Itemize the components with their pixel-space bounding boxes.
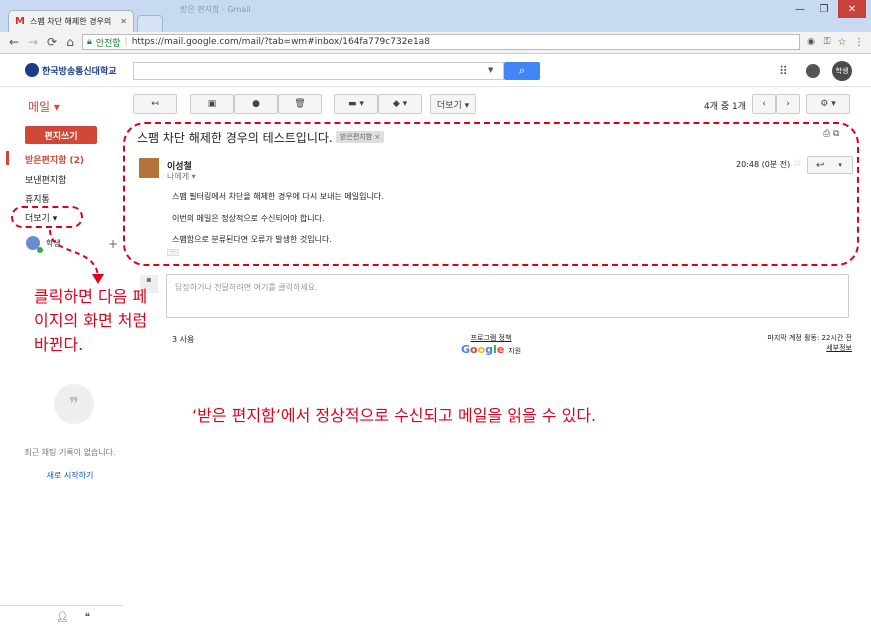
star-icon[interactable]: ☆ [834, 34, 850, 50]
support-link[interactable]: 지원 [508, 347, 521, 355]
labels-button[interactable]: ◆ ▾ [378, 94, 422, 114]
back-to-inbox-button[interactable]: ↤ [133, 94, 177, 114]
mail-switcher[interactable]: 메일 ▾ [28, 98, 60, 115]
archive-icon: ▣ [207, 99, 217, 109]
close-window-icon[interactable]: ✕ [838, 0, 866, 18]
delete-button[interactable]: 🗑︎ [278, 94, 322, 114]
reply-input[interactable]: 답장하거나 전달하려면 여기를 클릭하세요. [166, 274, 849, 318]
compose-button[interactable]: 편지쓰기 [25, 126, 97, 144]
chevron-left-icon: ‹ [762, 99, 766, 109]
home-icon[interactable]: ⌂ [62, 34, 78, 50]
message-count: 4개 중 1개 [704, 102, 747, 112]
avatar[interactable]: 학생 [832, 61, 852, 81]
search-icon: ⌕ [518, 64, 526, 77]
security-label: 안전함 [95, 38, 121, 49]
contacts-icon[interactable]: 👤︎ [56, 612, 69, 623]
hangouts-icon[interactable]: ❝ [85, 612, 90, 623]
archive-button[interactable]: ▣ [190, 94, 234, 114]
url-text: https://mail.google.com/mail/?tab=wm#inb… [131, 37, 430, 47]
tab-title: 스팸 차단 해제한 경우의 [29, 17, 112, 26]
url-bar[interactable]: 🔒︎ 안전함 | https://mail.google.com/mail/?t… [82, 34, 800, 50]
divider [0, 605, 123, 606]
window-title: 받은 편지함 - Gmail [180, 5, 251, 14]
eye-icon[interactable]: ◉ [803, 34, 819, 50]
report-spam-button[interactable]: ● [234, 94, 278, 114]
label-icon: ◆ ▾ [392, 99, 408, 109]
search-input[interactable] [133, 62, 504, 80]
annotation-arrow [49, 229, 104, 284]
minimize-icon[interactable]: — [788, 0, 812, 18]
annotation-click-note: 클릭하면 다음 페이지의 화면 처럼 바뀐다. [34, 287, 148, 354]
university-logo[interactable]: 한국방송통신대학교 [25, 62, 121, 78]
footer-center: 프로그램 정책 Google 지원 [461, 333, 521, 356]
start-chat-link[interactable]: 새로 시작하기 [20, 470, 120, 481]
search-button[interactable]: ⌕ [504, 62, 540, 80]
back-arrow-icon: ↤ [151, 99, 159, 109]
policy-link[interactable]: 프로그램 정책 [461, 333, 521, 343]
annotation-main-note: ‘받은 편지함’에서 정상적으로 수신되고 메일을 읽을 수 있다. [192, 406, 597, 425]
search-options-icon[interactable]: ▼ [488, 66, 493, 74]
reload-icon[interactable]: ⟳ [44, 34, 60, 50]
alert-icon: ● [252, 99, 260, 109]
settings-button[interactable]: ⚙ ▾ [806, 94, 850, 114]
lock-icon: 🔒︎ [87, 37, 92, 47]
trash-icon: 🗑︎ [294, 99, 306, 109]
key-icon[interactable]: ⚿ [819, 34, 835, 50]
details-link[interactable]: 세부정보 [826, 344, 852, 352]
google-logo: Google 지원 [461, 343, 522, 356]
close-tab-icon[interactable]: ✕ [120, 17, 127, 26]
apps-grid-icon[interactable]: ⠿ [779, 64, 788, 78]
notifications-icon[interactable] [806, 64, 820, 78]
sidebar-item-trash[interactable]: 휴지통 [25, 192, 50, 205]
more-button[interactable]: 더보기 ▾ [430, 94, 476, 114]
back-icon[interactable]: ← [6, 34, 22, 50]
gear-icon: ⚙ ▾ [820, 99, 836, 109]
gmail-icon: M [15, 16, 25, 27]
maximize-icon[interactable]: ❐ [812, 0, 836, 18]
sidebar-item-sent[interactable]: 보낸편지함 [25, 173, 66, 186]
last-activity: 마지막 계정 활동: 22시간 전 세부정보 [700, 333, 852, 353]
logo-text: 한국방송통신대학교 [42, 66, 117, 77]
new-tab-button[interactable] [137, 15, 163, 32]
menu-icon[interactable]: ⋮ [851, 34, 867, 50]
last-activity-text: 마지막 계정 활동: 22시간 전 [767, 334, 852, 342]
sidebar-item-inbox[interactable]: 받은편지함 (2) [25, 153, 84, 166]
forward-icon[interactable]: → [25, 34, 41, 50]
divider [0, 86, 871, 87]
chat-empty-text: 최근 채팅 기록이 없습니다. [24, 448, 116, 457]
active-indicator [6, 151, 9, 165]
storage-usage: 3 사용 [172, 335, 195, 344]
chevron-right-icon: › [786, 99, 790, 109]
emblem-icon [25, 63, 39, 77]
folder-icon: ▬ ▾ [348, 99, 364, 109]
newer-button[interactable]: ‹ [752, 94, 776, 114]
highlight-box [123, 122, 859, 266]
browser-tab[interactable]: M 스팸 차단 해제한 경우의 ✕ [8, 10, 134, 32]
chat-bubble-icon: ❞ [54, 384, 94, 424]
sidebar-footer: 👤︎ ❝ [56, 612, 90, 623]
move-to-button[interactable]: ▬ ▾ [334, 94, 378, 114]
older-button[interactable]: › [776, 94, 800, 114]
highlight-more [11, 206, 83, 228]
